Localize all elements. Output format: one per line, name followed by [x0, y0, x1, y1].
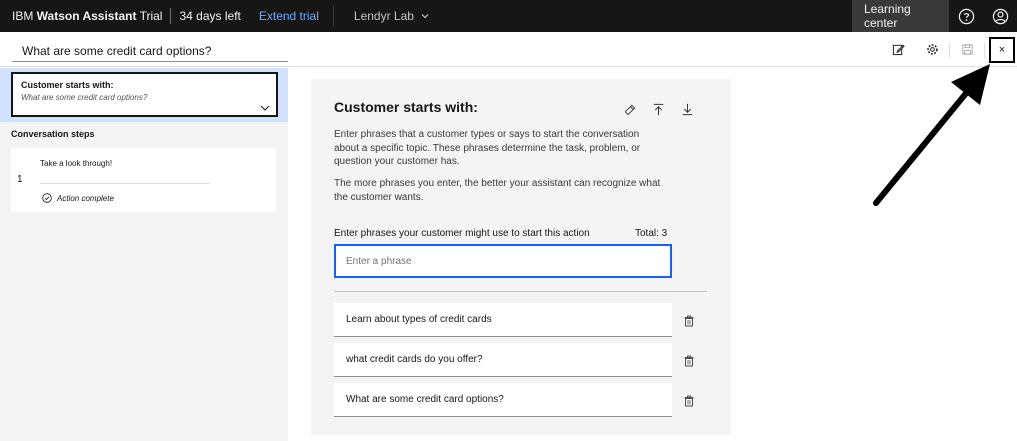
- top-navigation-bar: IBM Watson Assistant Trial 34 days left …: [0, 0, 1017, 32]
- customer-starts-with-card[interactable]: Customer starts with: What are some cred…: [11, 72, 278, 117]
- save-button[interactable]: [950, 32, 984, 67]
- help-icon: [958, 8, 974, 24]
- workspace-switcher[interactable]: Lendyr Lab: [354, 9, 430, 23]
- close-icon: ×: [998, 43, 1006, 56]
- trial-days-left: 34 days left: [179, 9, 241, 23]
- divider: [40, 183, 210, 184]
- action-steps-sidebar: Customer starts with: What are some cred…: [0, 68, 288, 441]
- delete-phrase-button[interactable]: [683, 354, 695, 367]
- phrase-input[interactable]: [334, 244, 672, 278]
- phrase-item[interactable]: Learn about types of credit cards: [334, 303, 672, 337]
- trash-icon: [684, 315, 694, 327]
- download-icon[interactable]: [681, 103, 694, 116]
- delete-phrase-button[interactable]: [683, 314, 695, 327]
- step-status: Action complete: [42, 193, 114, 203]
- start-card-label: Customer starts with:: [21, 80, 114, 90]
- step-number: 1: [17, 174, 23, 185]
- phrase-input-label: Enter phrases your customer might use to…: [334, 228, 590, 239]
- brand-prefix: IBM: [12, 9, 37, 23]
- save-icon: [961, 44, 973, 55]
- step-status-label: Action complete: [57, 193, 114, 203]
- settings-button[interactable]: [915, 32, 949, 67]
- chevron-down-icon: [421, 14, 429, 19]
- checkmark-circle-icon: [42, 193, 52, 203]
- divider: [984, 41, 985, 58]
- main-content: Customer starts with: Enter phrases that…: [288, 68, 1017, 441]
- conversation-step-card[interactable]: 1 Take a look through! Action complete: [11, 148, 276, 212]
- user-avatar-icon: [992, 8, 1008, 24]
- plan-label: Trial: [136, 9, 163, 23]
- settings-icon: [926, 44, 938, 55]
- divider: [170, 8, 172, 24]
- customer-starts-with-step[interactable]: Customer starts with: What are some cred…: [0, 68, 288, 122]
- start-card-example: What are some credit card options?: [21, 93, 148, 102]
- brand-name: Watson Assistant: [36, 9, 137, 23]
- panel-title: Customer starts with:: [334, 99, 478, 115]
- divider: [334, 291, 707, 292]
- edit-button[interactable]: [881, 32, 915, 67]
- edit-icon: [892, 44, 905, 56]
- divider: [332, 6, 334, 26]
- trash-icon: [684, 395, 694, 407]
- customer-starts-with-panel: Customer starts with: Enter phrases that…: [311, 79, 731, 435]
- close-button[interactable]: ×: [989, 36, 1015, 63]
- panel-description-secondary: The more phrases you enter, the better y…: [334, 178, 661, 203]
- step-text: Take a look through!: [40, 159, 113, 168]
- help-button[interactable]: [949, 0, 983, 32]
- user-profile-button[interactable]: [983, 0, 1017, 32]
- action-header: What are some credit card options? ×: [0, 32, 1017, 67]
- conversation-steps-heading: Conversation steps: [11, 129, 95, 139]
- panel-description: Enter phrases that a customer types or s…: [334, 129, 641, 167]
- trash-icon: [684, 355, 694, 367]
- phrase-item[interactable]: what credit cards do you offer?: [334, 343, 672, 377]
- extend-trial-link[interactable]: Extend trial: [259, 9, 319, 23]
- delete-phrase-button[interactable]: [683, 394, 695, 407]
- learning-center-label: Learning center: [864, 2, 911, 30]
- phrase-item[interactable]: What are some credit card options?: [334, 383, 672, 417]
- learning-center-button[interactable]: Learning center: [852, 0, 949, 32]
- clear-icon[interactable]: [623, 103, 636, 116]
- action-name-field[interactable]: What are some credit card options?: [12, 38, 288, 62]
- product-name[interactable]: IBM Watson Assistant Trial: [0, 9, 162, 23]
- chevron-down-icon[interactable]: [260, 104, 270, 112]
- phrase-total-count: Total: 3: [635, 228, 668, 239]
- workspace-name: Lendyr Lab: [353, 9, 414, 23]
- upload-icon[interactable]: [652, 103, 665, 116]
